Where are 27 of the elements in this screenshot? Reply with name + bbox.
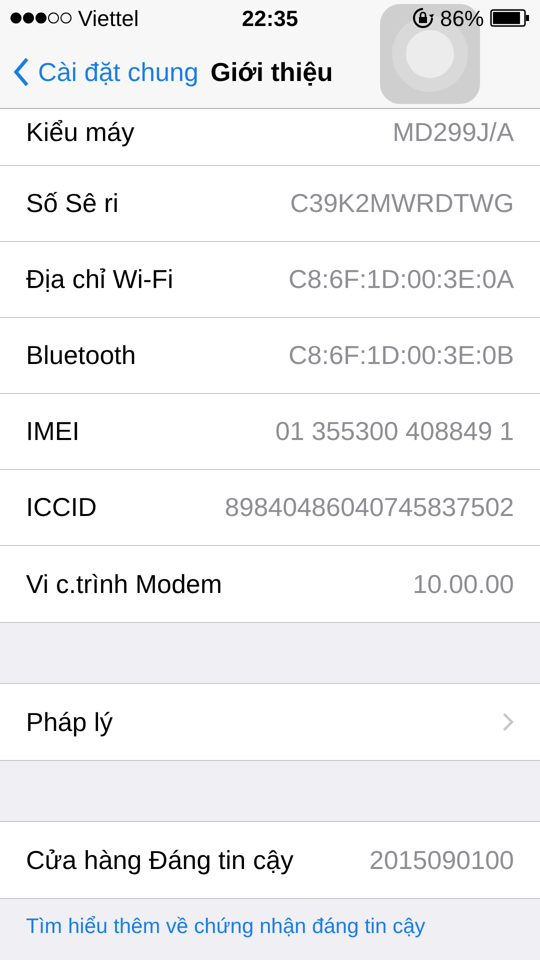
row-value: 10.00.00 xyxy=(412,568,514,600)
row-label: ICCID xyxy=(26,491,97,524)
row-value: 89840486040745837502 xyxy=(224,491,514,524)
row-value: MD299J/A xyxy=(392,116,514,149)
rotation-lock-icon xyxy=(412,7,434,29)
row-label: IMEI xyxy=(26,415,80,448)
back-button[interactable]: Cài đặt chung xyxy=(12,52,198,92)
row-value: C39K2MWRDTWG xyxy=(290,187,514,220)
learn-more-link[interactable]: Tìm hiểu thêm về chứng nhận đáng tin cậy xyxy=(26,915,426,938)
row-label: Pháp lý xyxy=(26,706,113,738)
row-label: Bluetooth xyxy=(26,339,136,372)
clock: 22:35 xyxy=(242,4,298,32)
row-value: 01 355300 408849 1 xyxy=(275,415,514,448)
battery-percent: 86% xyxy=(440,4,484,32)
row-label: Địa chỉ Wi-Fi xyxy=(26,263,174,296)
row-label: Số Sê ri xyxy=(26,187,118,220)
row-value: 2015090100 xyxy=(369,844,514,876)
row-value: C8:6F:1D:00:3E:0A xyxy=(288,263,514,296)
row-value: C8:6F:1D:00:3E:0B xyxy=(288,339,514,372)
battery-icon xyxy=(490,9,530,27)
page-title: Giới thiệu xyxy=(210,56,333,88)
row-label: Vi c.trình Modem xyxy=(26,568,222,600)
back-chevron-icon xyxy=(12,56,30,88)
signal-icon xyxy=(10,12,72,24)
row-label: Cửa hàng Đáng tin cậy xyxy=(26,844,294,876)
row-label: Kiểu máy xyxy=(26,116,134,149)
carrier-name: Viettel xyxy=(78,4,139,32)
